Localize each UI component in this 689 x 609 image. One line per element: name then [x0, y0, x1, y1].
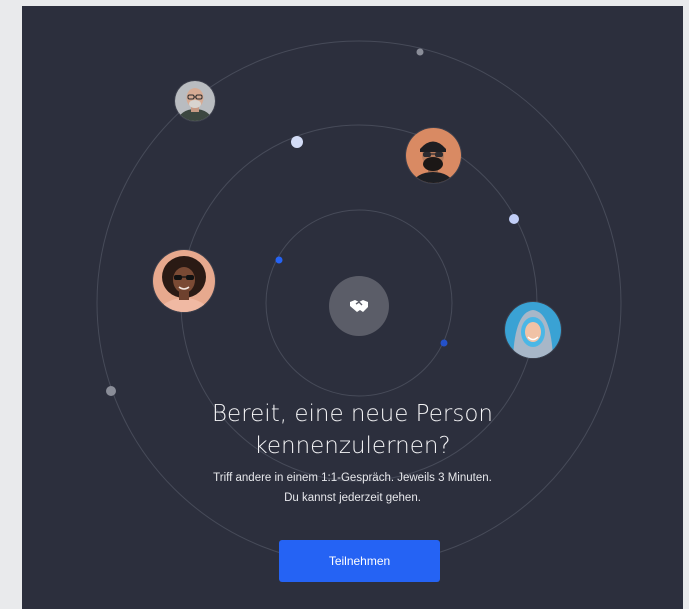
person-photo-icon	[406, 128, 461, 183]
orbit-dot-gray-top	[416, 48, 424, 56]
headline: Bereit, eine neue Person kennenzulernen?	[212, 401, 493, 459]
person-photo-icon	[153, 250, 215, 312]
person-photo-icon	[505, 302, 561, 358]
orbit-dot-gray-left	[106, 386, 116, 396]
welcome-panel: Bereit, eine neue Person kennenzulernen?…	[22, 6, 683, 609]
avatar-bald-man-glasses	[175, 81, 215, 121]
orbit-dot-light-upper-left	[291, 136, 303, 148]
join-button[interactable]: Teilnehmen	[279, 540, 440, 582]
orbit-dot-light-right	[509, 214, 519, 224]
handshake-icon	[350, 300, 368, 312]
avatar-woman-blue-hair-hood	[505, 302, 561, 358]
center-badge	[329, 276, 389, 336]
avatar-man-beanie-beard	[406, 128, 461, 183]
person-photo-icon	[175, 81, 215, 121]
orbit-dot-blue-right	[440, 339, 448, 347]
avatar-woman-curly-hair-sunglasses	[153, 250, 215, 312]
orbit-dot-blue-left	[275, 256, 283, 264]
description-text: Triff andere in einem 1:1-Gespräch. Jewe…	[213, 472, 492, 504]
